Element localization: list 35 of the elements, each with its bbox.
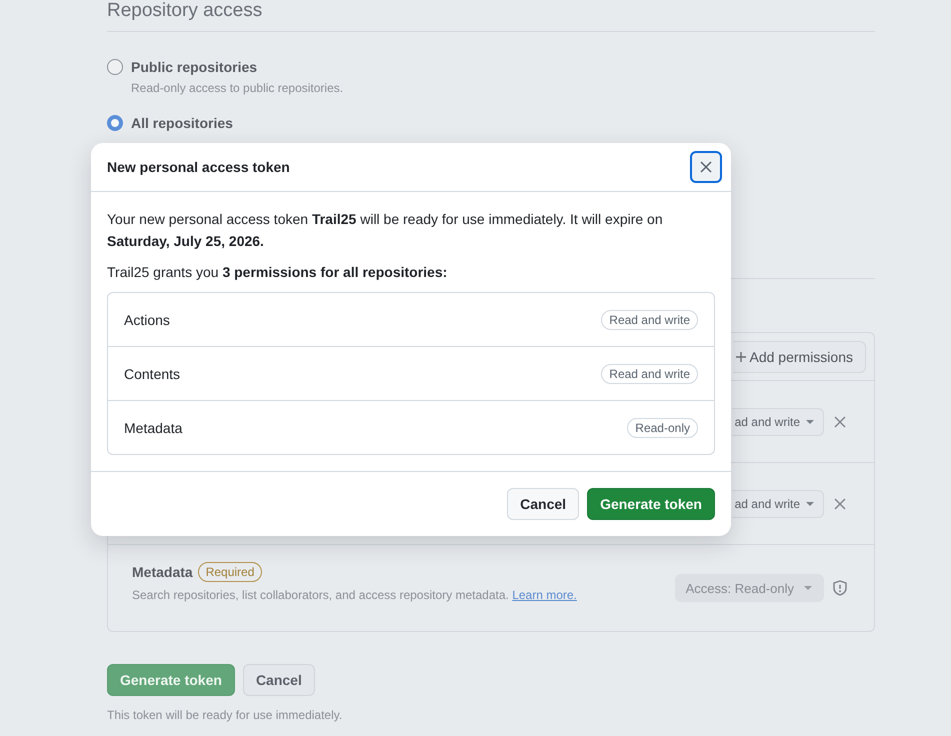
remove-icon[interactable] <box>834 416 846 428</box>
add-permissions-button[interactable]: Add permissions <box>732 340 866 372</box>
access-badge: Read and write <box>601 364 698 384</box>
generate-token-button[interactable]: Generate token <box>587 488 715 520</box>
permission-description: Search repositories, list collaborators, and access repository metadata. Learn more. <box>132 587 578 604</box>
cancel-button[interactable]: Cancel <box>242 664 315 696</box>
permission-name: Metadata <box>124 420 182 436</box>
radio-button[interactable] <box>107 115 123 131</box>
radio-button[interactable] <box>107 59 123 75</box>
option-description: Read-only access to public repositories. <box>131 80 344 97</box>
token-note: This token will be ready for use immediately. <box>107 707 344 724</box>
generate-token-button[interactable]: Generate token <box>107 664 235 696</box>
permission-name: Contents <box>124 366 180 382</box>
cancel-button[interactable]: Cancel <box>507 488 580 520</box>
permission-name: Metadata <box>132 564 193 580</box>
section-heading: Repository access <box>107 0 264 22</box>
remove-icon[interactable] <box>834 498 846 510</box>
caret-icon <box>806 420 814 424</box>
caret-icon <box>804 586 812 590</box>
option-label: All repositories <box>131 114 233 133</box>
dialog-message: Your new personal access token Trail25 will be ready for use immediately. It will expire on Saturday, July 25, 2026. <box>107 210 664 251</box>
access-badge: Read-only <box>627 418 698 438</box>
dialog-title: New personal access token <box>107 159 290 175</box>
close-button[interactable] <box>690 151 722 183</box>
shield-icon <box>832 580 848 596</box>
permission-summary: Trail25 grants you 3 permissions for all repositories: <box>107 263 448 282</box>
access-dropdown[interactable]: ad and write <box>732 490 824 518</box>
required-badge: Required <box>198 562 262 582</box>
permission-name: Actions <box>124 312 170 328</box>
option-label: Public repositories <box>131 58 258 77</box>
caret-icon <box>806 502 814 506</box>
access-dropdown[interactable]: ad and write <box>732 408 824 436</box>
close-icon <box>700 161 712 173</box>
plus-icon <box>736 352 746 362</box>
access-badge: Read and write <box>601 310 698 330</box>
